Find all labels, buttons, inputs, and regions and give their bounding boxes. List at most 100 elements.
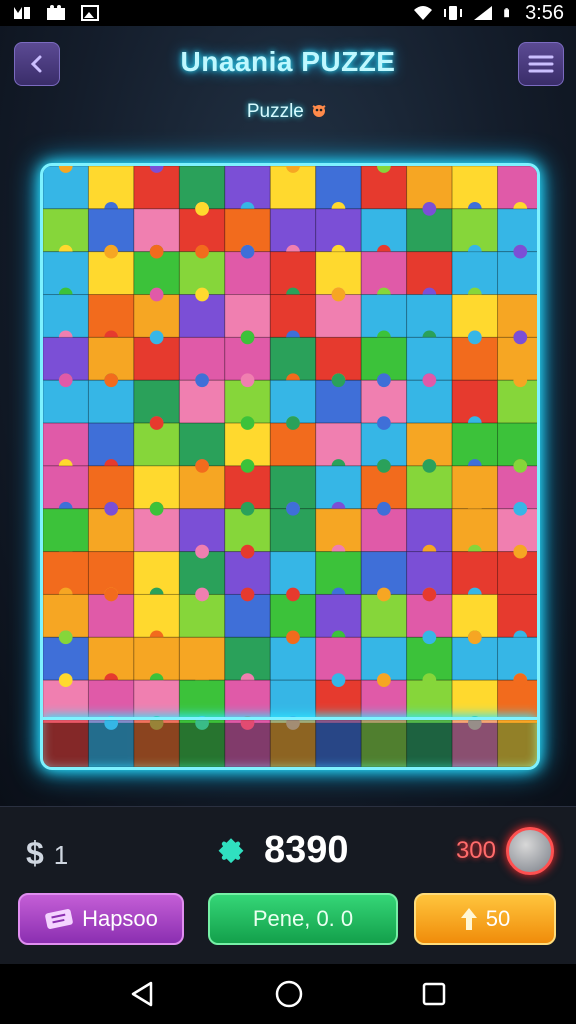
puzzle-piece-knob bbox=[240, 459, 255, 473]
subtitle-text: Puzzle bbox=[246, 101, 304, 122]
tray-slot[interactable] bbox=[269, 719, 317, 767]
puzzle-piece-knob bbox=[195, 544, 209, 559]
puzzle-piece-knob bbox=[195, 201, 209, 216]
image-icon bbox=[81, 5, 99, 21]
critter-icon bbox=[312, 105, 326, 117]
tray-slot[interactable] bbox=[315, 719, 362, 767]
puzzle-piece-knob bbox=[240, 416, 255, 430]
puzzle-piece-knob bbox=[513, 673, 528, 688]
puzzle-piece-knob bbox=[286, 630, 300, 645]
avatar[interactable] bbox=[506, 827, 554, 875]
puzzle-piece-icon bbox=[218, 837, 244, 863]
puzzle-grid[interactable] bbox=[43, 166, 540, 770]
arrow-up-icon bbox=[460, 908, 477, 930]
tray-slots[interactable] bbox=[43, 719, 540, 767]
puzzle-piece-knob bbox=[195, 244, 209, 259]
puzzle-piece-knob bbox=[513, 459, 528, 473]
puzzle-piece-knob bbox=[240, 501, 255, 516]
puzzle-piece-knob bbox=[331, 673, 346, 688]
puzzle-piece-knob bbox=[104, 501, 119, 516]
puzzle-piece-knob bbox=[149, 244, 164, 259]
tray-slot[interactable] bbox=[43, 719, 89, 767]
battery-icon bbox=[504, 8, 510, 18]
piece-tray[interactable] bbox=[43, 717, 537, 767]
puzzle-piece-knob bbox=[286, 587, 300, 602]
puzzle-piece-knob bbox=[58, 673, 73, 688]
ticket-icon bbox=[45, 909, 73, 929]
boost-button[interactable]: 50 bbox=[414, 893, 556, 945]
puzzle-piece-knob bbox=[513, 501, 528, 516]
opponent-stat[interactable]: 300 bbox=[456, 827, 554, 875]
puzzle-piece-knob bbox=[331, 373, 346, 388]
puzzle-piece-knob bbox=[513, 373, 528, 388]
puzzle-piece-knob bbox=[58, 373, 73, 388]
boost-label: 50 bbox=[485, 906, 511, 931]
puzzle-piece-knob bbox=[240, 330, 255, 345]
puzzle-piece-knob bbox=[195, 459, 209, 473]
puzzle-piece-knob bbox=[195, 373, 209, 388]
puzzle-piece-knob bbox=[377, 416, 391, 430]
wifi-icon bbox=[414, 6, 433, 20]
puzzle-piece-knob bbox=[422, 630, 437, 645]
puzzle-piece-knob bbox=[331, 287, 346, 302]
game-header: Unaania PUZZE Puzzle bbox=[0, 26, 576, 156]
puzzle-piece-knob bbox=[377, 373, 391, 388]
puzzle-piece-knob bbox=[422, 587, 437, 602]
puzzle-piece-knob bbox=[104, 244, 119, 259]
tray-slot[interactable] bbox=[133, 719, 180, 767]
puzzle-piece-knob bbox=[195, 287, 209, 302]
pene-button[interactable]: Pene, 0. 0 bbox=[208, 893, 398, 945]
puzzle-piece-knob bbox=[422, 459, 437, 473]
tray-slot[interactable] bbox=[360, 719, 408, 767]
puzzle-piece-knob bbox=[104, 373, 119, 388]
tray-slot[interactable] bbox=[497, 719, 540, 767]
home-circle-icon[interactable] bbox=[274, 979, 304, 1009]
puzzle-piece-knob bbox=[104, 587, 119, 602]
score-value: 8390 bbox=[264, 829, 349, 871]
opponent-value: 300 bbox=[455, 837, 496, 864]
tray-slot[interactable] bbox=[406, 719, 453, 767]
tray-slot[interactable] bbox=[87, 719, 135, 767]
signal-icon bbox=[474, 6, 493, 20]
puzzle-piece-knob bbox=[149, 330, 164, 345]
recents-square-icon[interactable] bbox=[421, 981, 447, 1007]
puzzle-piece-knob bbox=[422, 673, 437, 688]
status-right-icons: 3:56 bbox=[413, 2, 564, 25]
puzzle-piece-knob bbox=[240, 544, 255, 559]
coins-symbol: $ bbox=[26, 835, 44, 871]
status-bar: 3:56 bbox=[0, 0, 576, 26]
tray-slot[interactable] bbox=[224, 719, 271, 767]
pene-label: Pene, 0. 0 bbox=[252, 906, 354, 931]
status-time: 3:56 bbox=[525, 1, 564, 24]
tickets-label: Hapsoo bbox=[82, 906, 158, 931]
puzzle-piece-knob bbox=[513, 544, 528, 559]
puzzle-piece-knob bbox=[240, 587, 255, 602]
tray-slot[interactable] bbox=[451, 719, 499, 767]
puzzle-piece-knob bbox=[286, 416, 300, 430]
puzzle-piece-knob bbox=[149, 416, 164, 430]
puzzle-piece-knob bbox=[467, 630, 482, 645]
puzzle-piece-knob bbox=[286, 501, 300, 516]
puzzle-piece-knob bbox=[422, 373, 437, 388]
puzzle-piece-knob bbox=[195, 587, 209, 602]
tray-slot[interactable] bbox=[178, 719, 226, 767]
coins-stat: $ 1 bbox=[26, 835, 68, 872]
puzzle-piece-knob bbox=[240, 244, 255, 259]
status-left-icons bbox=[12, 5, 100, 21]
game-subtitle: Puzzle bbox=[0, 100, 576, 123]
menu-button[interactable] bbox=[518, 42, 564, 86]
puzzle-piece-knob bbox=[58, 630, 73, 645]
score-stat: 8390 bbox=[216, 829, 349, 872]
notification-icon bbox=[14, 7, 30, 19]
back-triangle-icon[interactable] bbox=[129, 980, 157, 1008]
puzzle-piece-knob bbox=[240, 373, 255, 388]
puzzle-piece-knob bbox=[377, 673, 391, 688]
coins-value: 1 bbox=[53, 840, 69, 870]
tickets-button[interactable]: Hapsoo bbox=[18, 893, 184, 945]
puzzle-piece-knob bbox=[422, 201, 437, 216]
puzzle-piece-knob bbox=[377, 459, 391, 473]
puzzle-board[interactable] bbox=[40, 163, 540, 770]
vibrate-icon bbox=[444, 6, 463, 20]
hamburger-icon bbox=[528, 55, 554, 73]
game-title: Unaania PUZZE bbox=[180, 46, 396, 77]
